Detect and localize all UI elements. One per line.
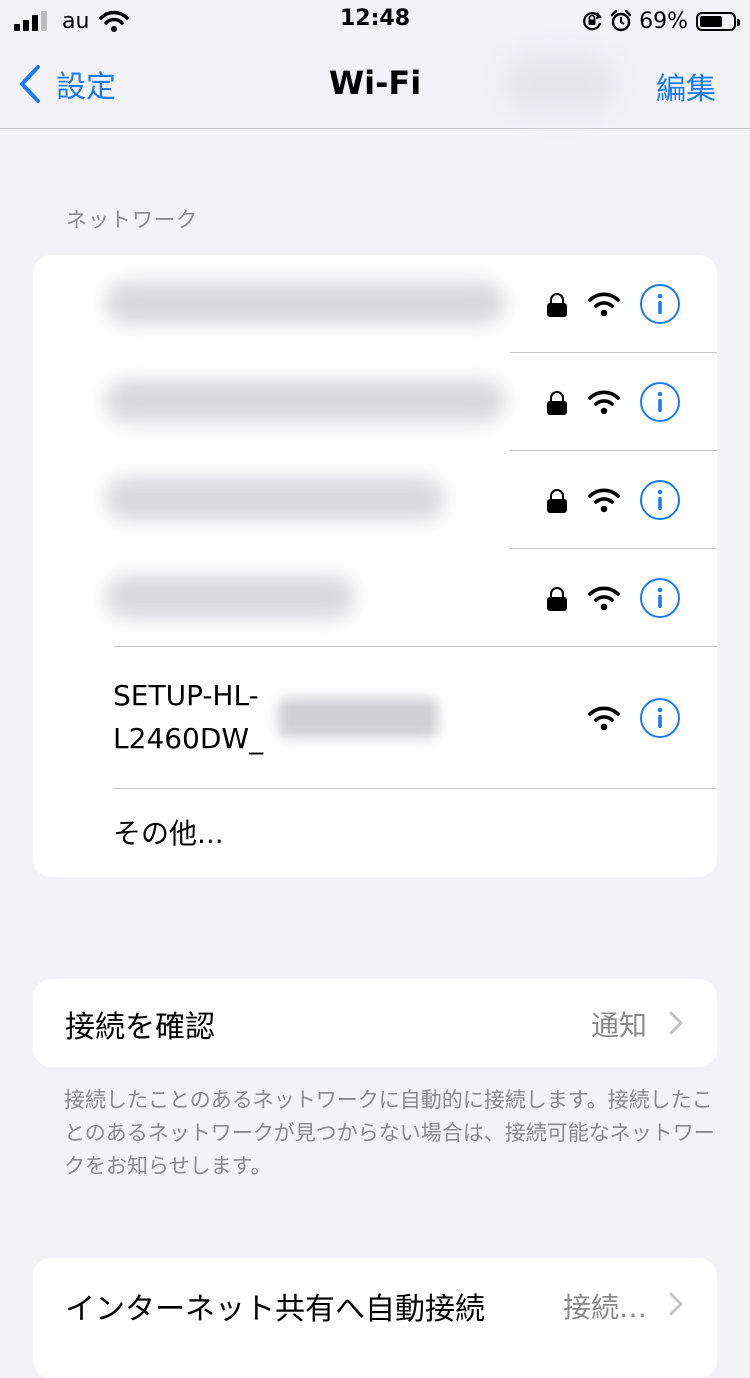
network-row-setup[interactable]: SETUP-HL- L2460DW_ (33, 647, 717, 788)
info-button[interactable] (640, 382, 680, 422)
lock-icon (547, 391, 567, 415)
battery-percent: 69% (639, 8, 688, 34)
ask-to-join-footer: 接続したことのあるネットワークに自動的に接続します。接続したことのあるネットワー… (64, 1088, 715, 1178)
edit-button[interactable]: 編集 (656, 64, 716, 108)
network-row[interactable] (33, 255, 717, 353)
network-name-line2: L2460DW_ (113, 722, 264, 755)
status-bar: au 12:48 69% (0, 0, 750, 42)
wifi-icon (588, 292, 620, 317)
ask-to-join-value: 通知 (590, 1009, 647, 1042)
rotation-lock-icon (583, 12, 602, 31)
ask-to-join-label: 接続を確認 (65, 1010, 215, 1045)
network-row[interactable] (33, 451, 717, 549)
info-button[interactable] (640, 578, 680, 618)
auto-hotspot-label: インターネット共有へ自動接続 (65, 1292, 485, 1327)
ask-to-join-row[interactable]: 接続を確認 通知 (33, 979, 717, 1067)
lock-icon (547, 489, 567, 513)
info-icon (657, 489, 663, 510)
other-network-row[interactable]: その他... (33, 789, 717, 877)
info-icon (657, 293, 663, 314)
info-button[interactable] (640, 480, 680, 520)
other-network-label: その他... (113, 817, 224, 850)
info-icon (657, 391, 663, 412)
wifi-icon (588, 390, 620, 415)
network-list: SETUP-HL- L2460DW_ その他... (33, 255, 717, 877)
wifi-icon (588, 488, 620, 513)
page-title: Wi-Fi (328, 64, 422, 102)
info-button[interactable] (640, 284, 680, 324)
redacted-network-name (105, 477, 445, 521)
auto-hotspot-value: 接続… (562, 1291, 647, 1324)
wifi-icon (588, 706, 620, 731)
redacted-suffix (278, 698, 438, 738)
redacted-area (505, 54, 615, 112)
lock-icon (547, 587, 567, 611)
network-row[interactable] (33, 353, 717, 451)
auto-hotspot-row[interactable]: インターネット共有へ自動接続 接続… (33, 1258, 717, 1378)
lock-icon (547, 293, 567, 317)
network-name-line1: SETUP-HL- (113, 679, 259, 712)
network-row[interactable] (33, 549, 717, 647)
wifi-icon (588, 586, 620, 611)
navigation-bar: 設定 Wi-Fi 編集 (0, 42, 750, 129)
chevron-right-icon (669, 1292, 683, 1316)
redacted-network-name (105, 281, 505, 325)
redacted-network-name (105, 379, 505, 423)
info-icon (657, 707, 663, 728)
battery-icon (696, 11, 740, 31)
networks-section-header: ネットワーク (66, 208, 198, 232)
redacted-network-name (105, 575, 355, 619)
info-icon (657, 587, 663, 608)
alarm-icon (610, 9, 632, 32)
info-button[interactable] (640, 698, 680, 738)
chevron-right-icon (669, 1011, 683, 1035)
